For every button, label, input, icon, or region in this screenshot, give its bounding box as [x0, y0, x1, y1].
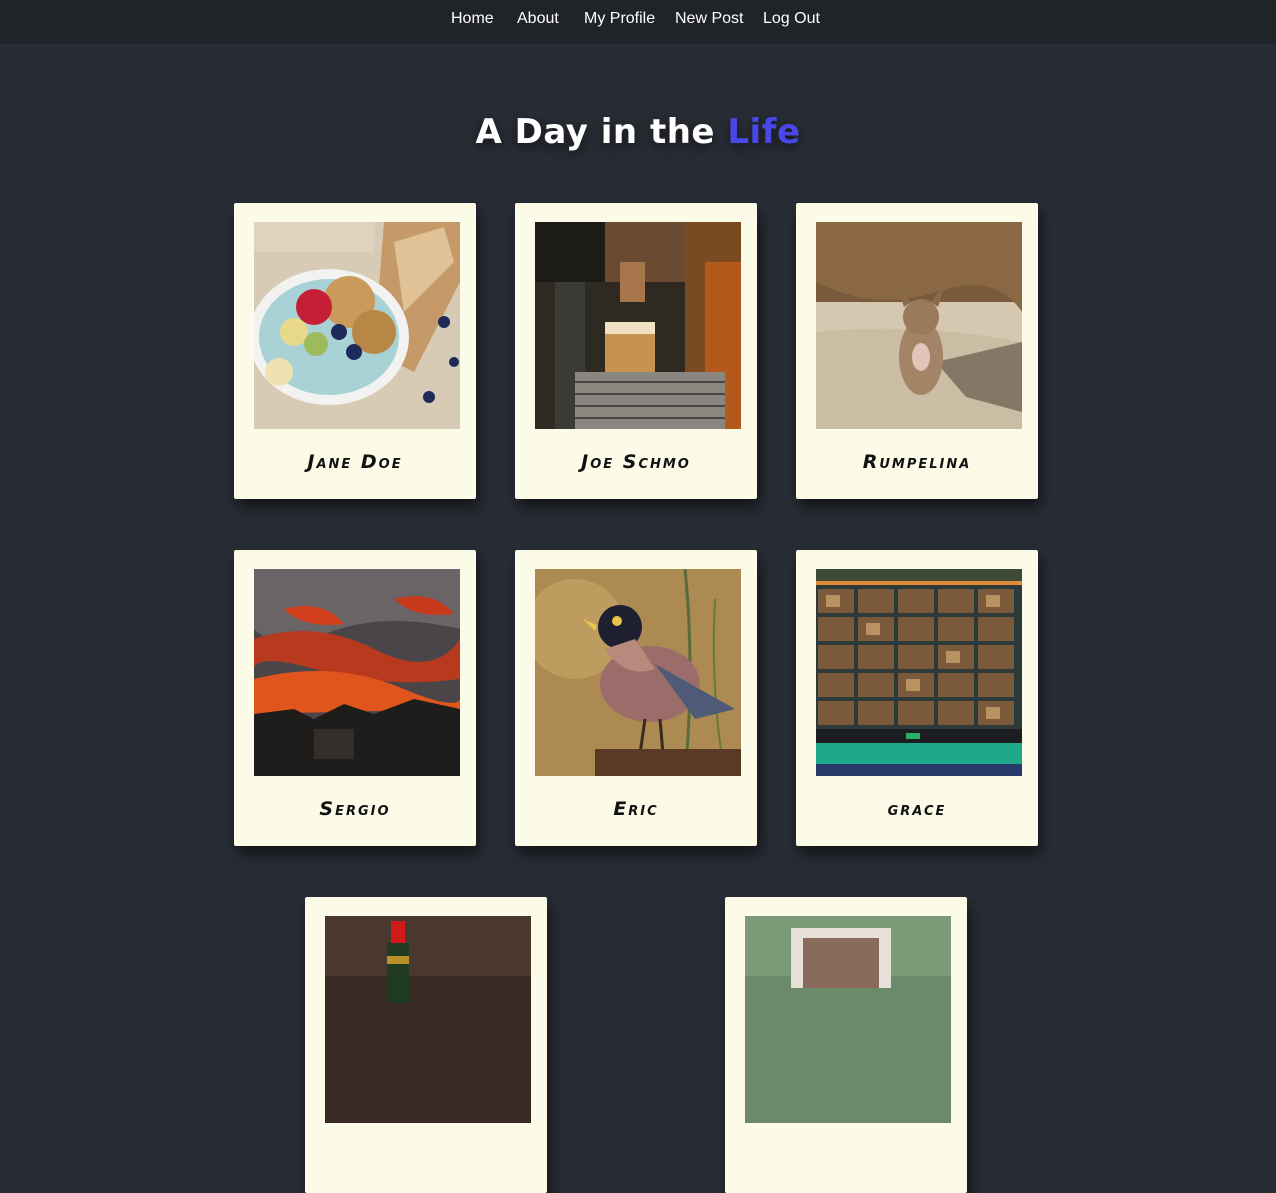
page-title-accent: Life [727, 112, 801, 152]
page-title: A Day in the Life [0, 112, 1276, 152]
post-author-name: Sergio [319, 798, 391, 820]
bird-photo [535, 569, 741, 776]
post-author-name: Joe Schmo [581, 451, 691, 473]
post-author-name: Rumpelina [862, 451, 972, 473]
portrait-frame-photo [745, 916, 951, 1123]
post-card-eric[interactable]: Eric [515, 550, 757, 846]
nav-about-link[interactable]: About [517, 10, 559, 28]
post-card-portrait[interactable] [725, 897, 967, 1193]
post-card-joe-schmo[interactable]: Joe Schmo [515, 203, 757, 499]
page-title-main: A Day in the [475, 112, 715, 152]
top-navbar: Home About My Profile New Post Log Out [0, 0, 1276, 44]
post-card-grace[interactable]: grace [796, 550, 1038, 846]
nav-new-post-link[interactable]: New Post [675, 10, 743, 28]
granola-bowl-photo [254, 222, 460, 429]
post-card-rumpelina[interactable]: Rumpelina [796, 203, 1038, 499]
bottle-photo [325, 916, 531, 1123]
nav-home-link[interactable]: Home [451, 10, 494, 28]
post-card-sergio[interactable]: Sergio [234, 550, 476, 846]
post-card-jane-doe[interactable]: Jane Doe [234, 203, 476, 499]
post-author-name: grace [887, 798, 947, 820]
post-card-bottle[interactable] [305, 897, 547, 1193]
nav-log-out-link[interactable]: Log Out [763, 10, 820, 28]
espresso-machine-photo [535, 222, 741, 429]
dog-on-sand-photo [816, 222, 1022, 429]
post-author-name: Jane Doe [307, 451, 403, 473]
sunset-sky-photo [254, 569, 460, 776]
post-author-name: Eric [613, 798, 659, 820]
video-call-screen-photo [816, 569, 1022, 776]
nav-my-profile-link[interactable]: My Profile [584, 10, 655, 28]
